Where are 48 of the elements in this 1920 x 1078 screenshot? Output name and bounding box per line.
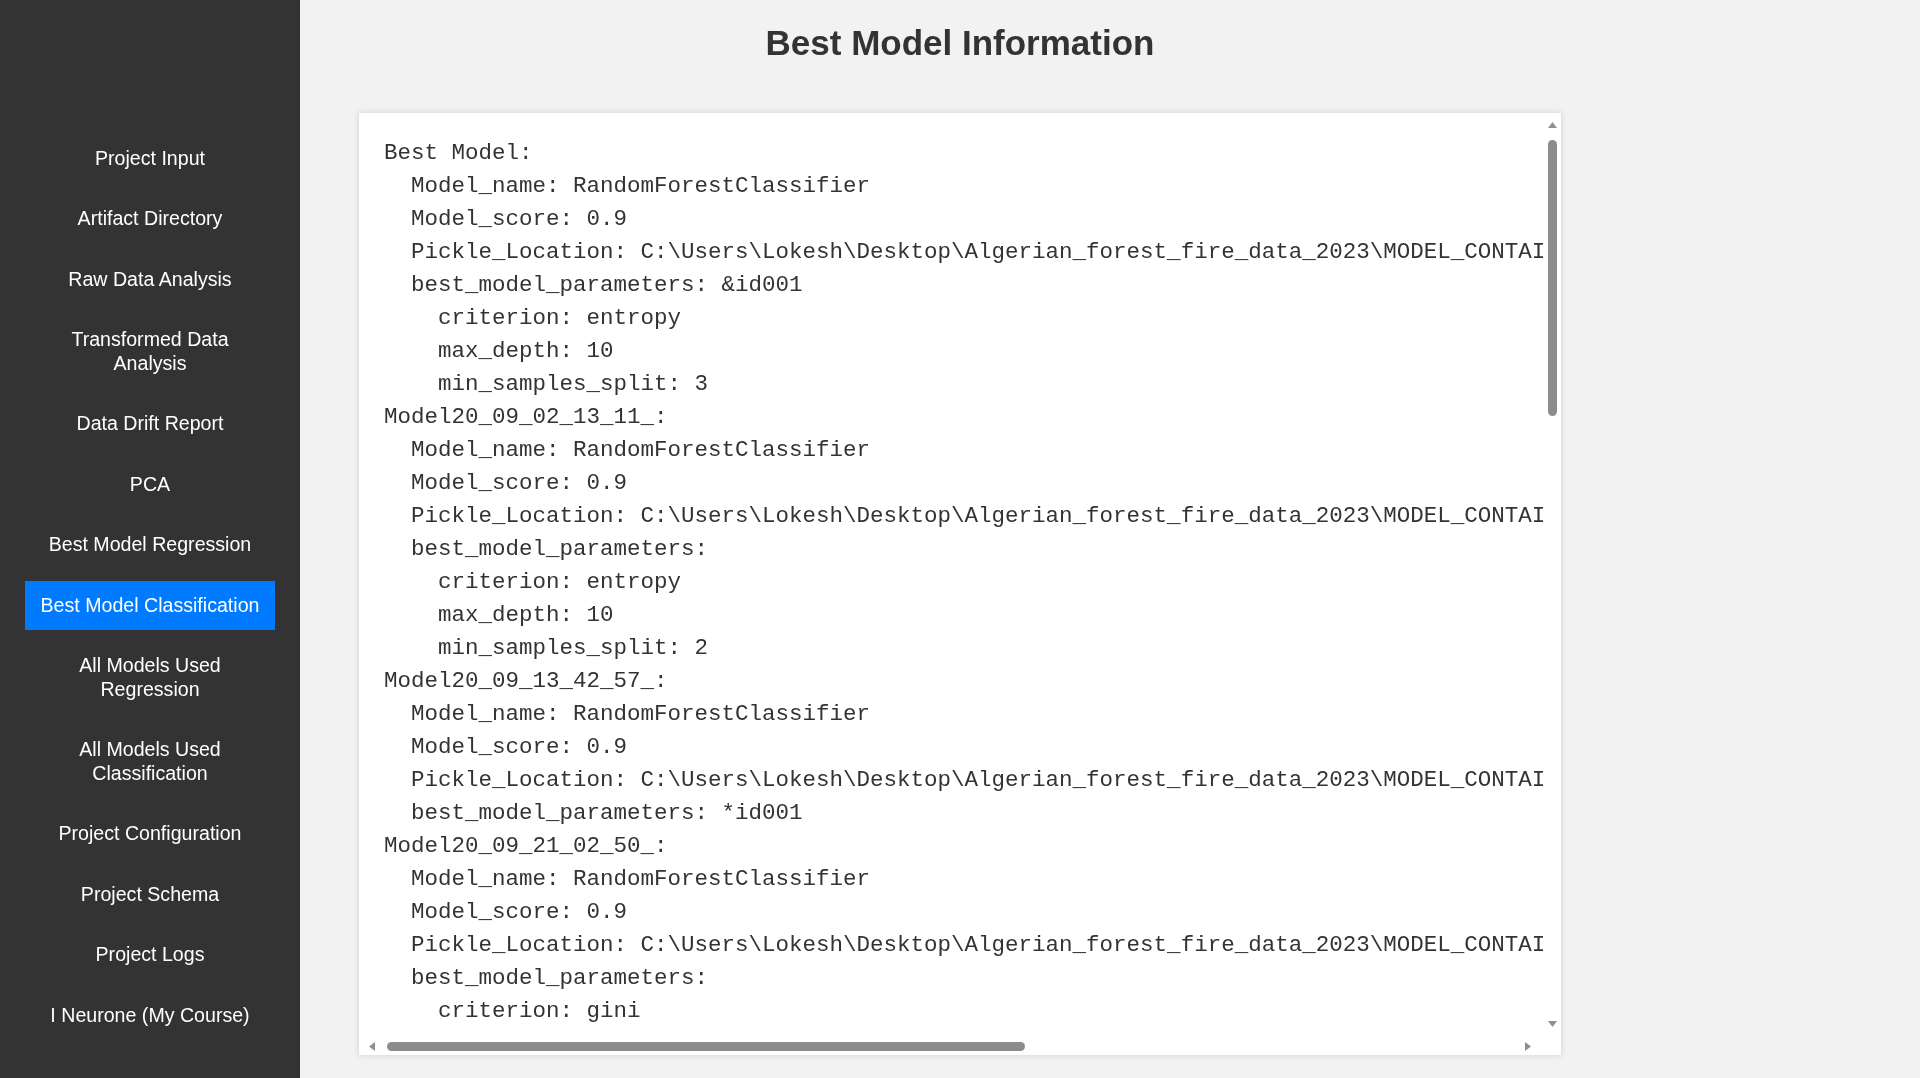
scrollbar-thumb[interactable]	[387, 1042, 1025, 1051]
code-line: Pickle_Location: C:\Users\Lokesh\Desktop\Algerian_forest_fire_data_2023\MODEL_CONTAI	[411, 502, 1543, 531]
code-line: min_samples_split: 3	[438, 370, 709, 399]
code-line: best_model_parameters: &id001	[411, 271, 803, 300]
code-line: min_samples_split: 2	[438, 634, 709, 663]
code-line: Model_score: 0.9	[411, 469, 628, 498]
sidebar-item[interactable]: Best Model Classification	[25, 581, 275, 630]
code-line: Pickle_Location: C:\Users\Lokesh\Desktop\Algerian_forest_fire_data_2023\MODEL_CONTAI	[411, 238, 1543, 267]
sidebar-item[interactable]: All Models Used Classification	[25, 725, 275, 798]
sidebar-item[interactable]: Project Input	[25, 134, 275, 183]
page-title: Best Model Information	[765, 23, 1155, 63]
code-line: Model_name: RandomForestClassifier	[411, 436, 871, 465]
code-line: max_depth: 10	[438, 337, 614, 366]
code-line: Model_score: 0.9	[411, 733, 628, 762]
sidebar-item[interactable]: Best Model Regression	[25, 520, 275, 569]
code-line: criterion: entropy	[438, 568, 682, 597]
code-line: Model20_09_21_02_50_:	[384, 832, 668, 861]
scrollbar-thumb[interactable]	[1547, 140, 1557, 416]
code-line: max_depth: 10	[438, 601, 614, 630]
code-line: Best Model:	[384, 139, 533, 168]
sidebar-item[interactable]: Data Drift Report	[25, 399, 275, 448]
sidebar-item[interactable]: Project Logs	[25, 930, 275, 979]
sidebar-item[interactable]: Artifact Directory	[25, 194, 275, 243]
sidebar-item[interactable]: Project Configuration	[25, 809, 275, 858]
sidebar-item[interactable]: Transformed Data Analysis	[25, 315, 275, 388]
sidebar-item[interactable]: PCA	[25, 460, 275, 509]
sidebar-item[interactable]: All Models Used Regression	[25, 641, 275, 714]
code-line: criterion: entropy	[438, 304, 682, 333]
code-line: Model_score: 0.9	[411, 898, 628, 927]
code-line: best_model_parameters: *id001	[411, 799, 803, 828]
scroll-right-arrow-icon[interactable]	[1525, 1042, 1531, 1051]
scroll-up-arrow-icon[interactable]	[1547, 122, 1557, 128]
code-line: best_model_parameters:	[411, 535, 709, 564]
scroll-left-arrow-icon[interactable]	[369, 1042, 375, 1051]
sidebar-item[interactable]: I Neurone (My Course)	[25, 991, 275, 1040]
code-line: Model20_09_13_42_57_:	[384, 667, 668, 696]
code-line: Model_score: 0.9	[411, 205, 628, 234]
code-line: Model_name: RandomForestClassifier	[411, 700, 871, 729]
sidebar-item[interactable]: Raw Data Analysis	[25, 255, 275, 304]
code-line: Pickle_Location: C:\Users\Lokesh\Desktop\Algerian_forest_fire_data_2023\MODEL_CONTAI	[411, 766, 1543, 795]
code-line: Model20_09_02_13_11_:	[384, 403, 668, 432]
scroll-down-arrow-icon[interactable]	[1547, 1021, 1557, 1027]
code-line: Model_name: RandomForestClassifier	[411, 172, 871, 201]
code-line: Model_name: RandomForestClassifier	[411, 865, 871, 894]
code-line: Pickle_Location: C:\Users\Lokesh\Desktop\Algerian_forest_fire_data_2023\MODEL_CONTAI	[411, 931, 1543, 960]
code-line: best_model_parameters:	[411, 964, 709, 993]
code-line: criterion: gini	[438, 997, 641, 1026]
sidebar-item[interactable]: Project Schema	[25, 870, 275, 919]
